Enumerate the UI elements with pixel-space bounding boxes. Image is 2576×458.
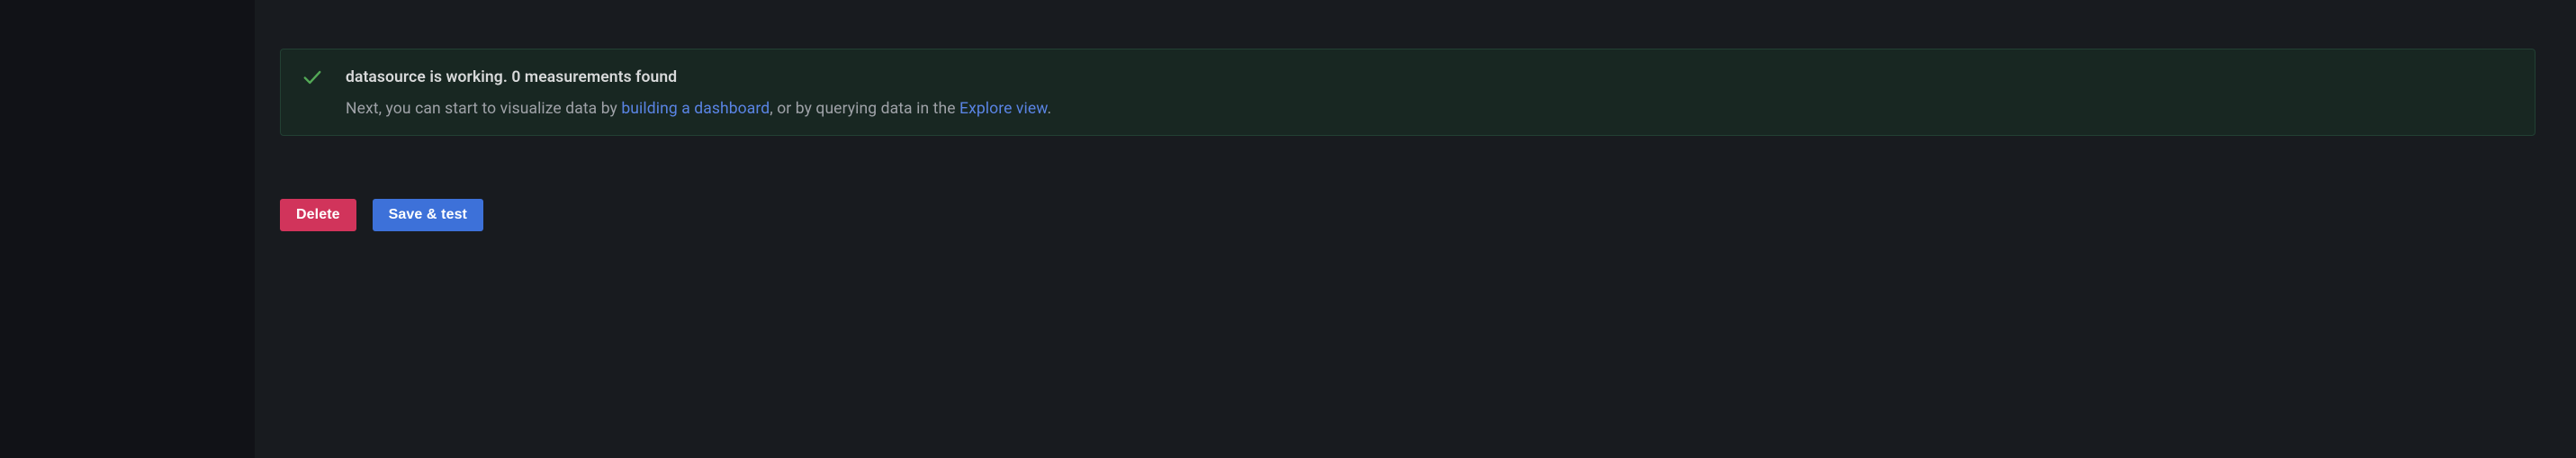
main-content: datasource is working. 0 measurements fo…	[254, 0, 2576, 458]
alert-body-prefix: Next, you can start to visualize data by	[346, 100, 621, 118]
build-dashboard-link[interactable]: building a dashboard	[621, 100, 770, 118]
action-buttons: Delete Save & test	[280, 199, 483, 231]
alert-title: datasource is working. 0 measurements fo…	[346, 68, 677, 86]
alert-body: Next, you can start to visualize data by…	[302, 100, 2513, 118]
alert-body-suffix: .	[1047, 100, 1051, 118]
explore-view-link[interactable]: Explore view	[959, 100, 1047, 118]
alert-body-mid: , or by querying data in the	[770, 100, 959, 118]
check-icon	[302, 67, 322, 87]
alert-header: datasource is working. 0 measurements fo…	[302, 67, 2513, 87]
delete-button[interactable]: Delete	[280, 199, 356, 231]
save-test-button[interactable]: Save & test	[373, 199, 483, 231]
success-alert: datasource is working. 0 measurements fo…	[280, 49, 2535, 136]
sidebar	[0, 0, 254, 458]
